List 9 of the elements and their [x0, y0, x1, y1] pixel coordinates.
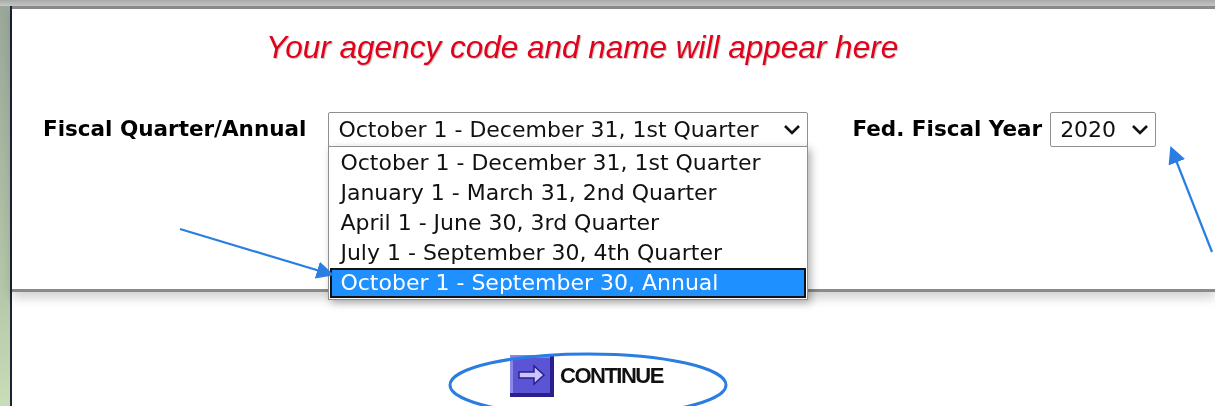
quarter-select[interactable]: October 1 - December 31, 1st Quarter — [328, 112, 809, 147]
chevron-down-icon — [1131, 123, 1150, 136]
continue-button[interactable]: CONTINUE — [510, 354, 663, 398]
quarter-label: Fiscal Quarter/Annual — [43, 115, 307, 143]
arrow-right-icon — [510, 355, 554, 397]
year-select[interactable]: 2020 — [1050, 112, 1157, 147]
agency-heading: Your agency code and name will appear here — [266, 29, 899, 66]
year-label: Fed. Fiscal Year — [852, 115, 1043, 143]
chevron-down-icon — [783, 123, 802, 136]
